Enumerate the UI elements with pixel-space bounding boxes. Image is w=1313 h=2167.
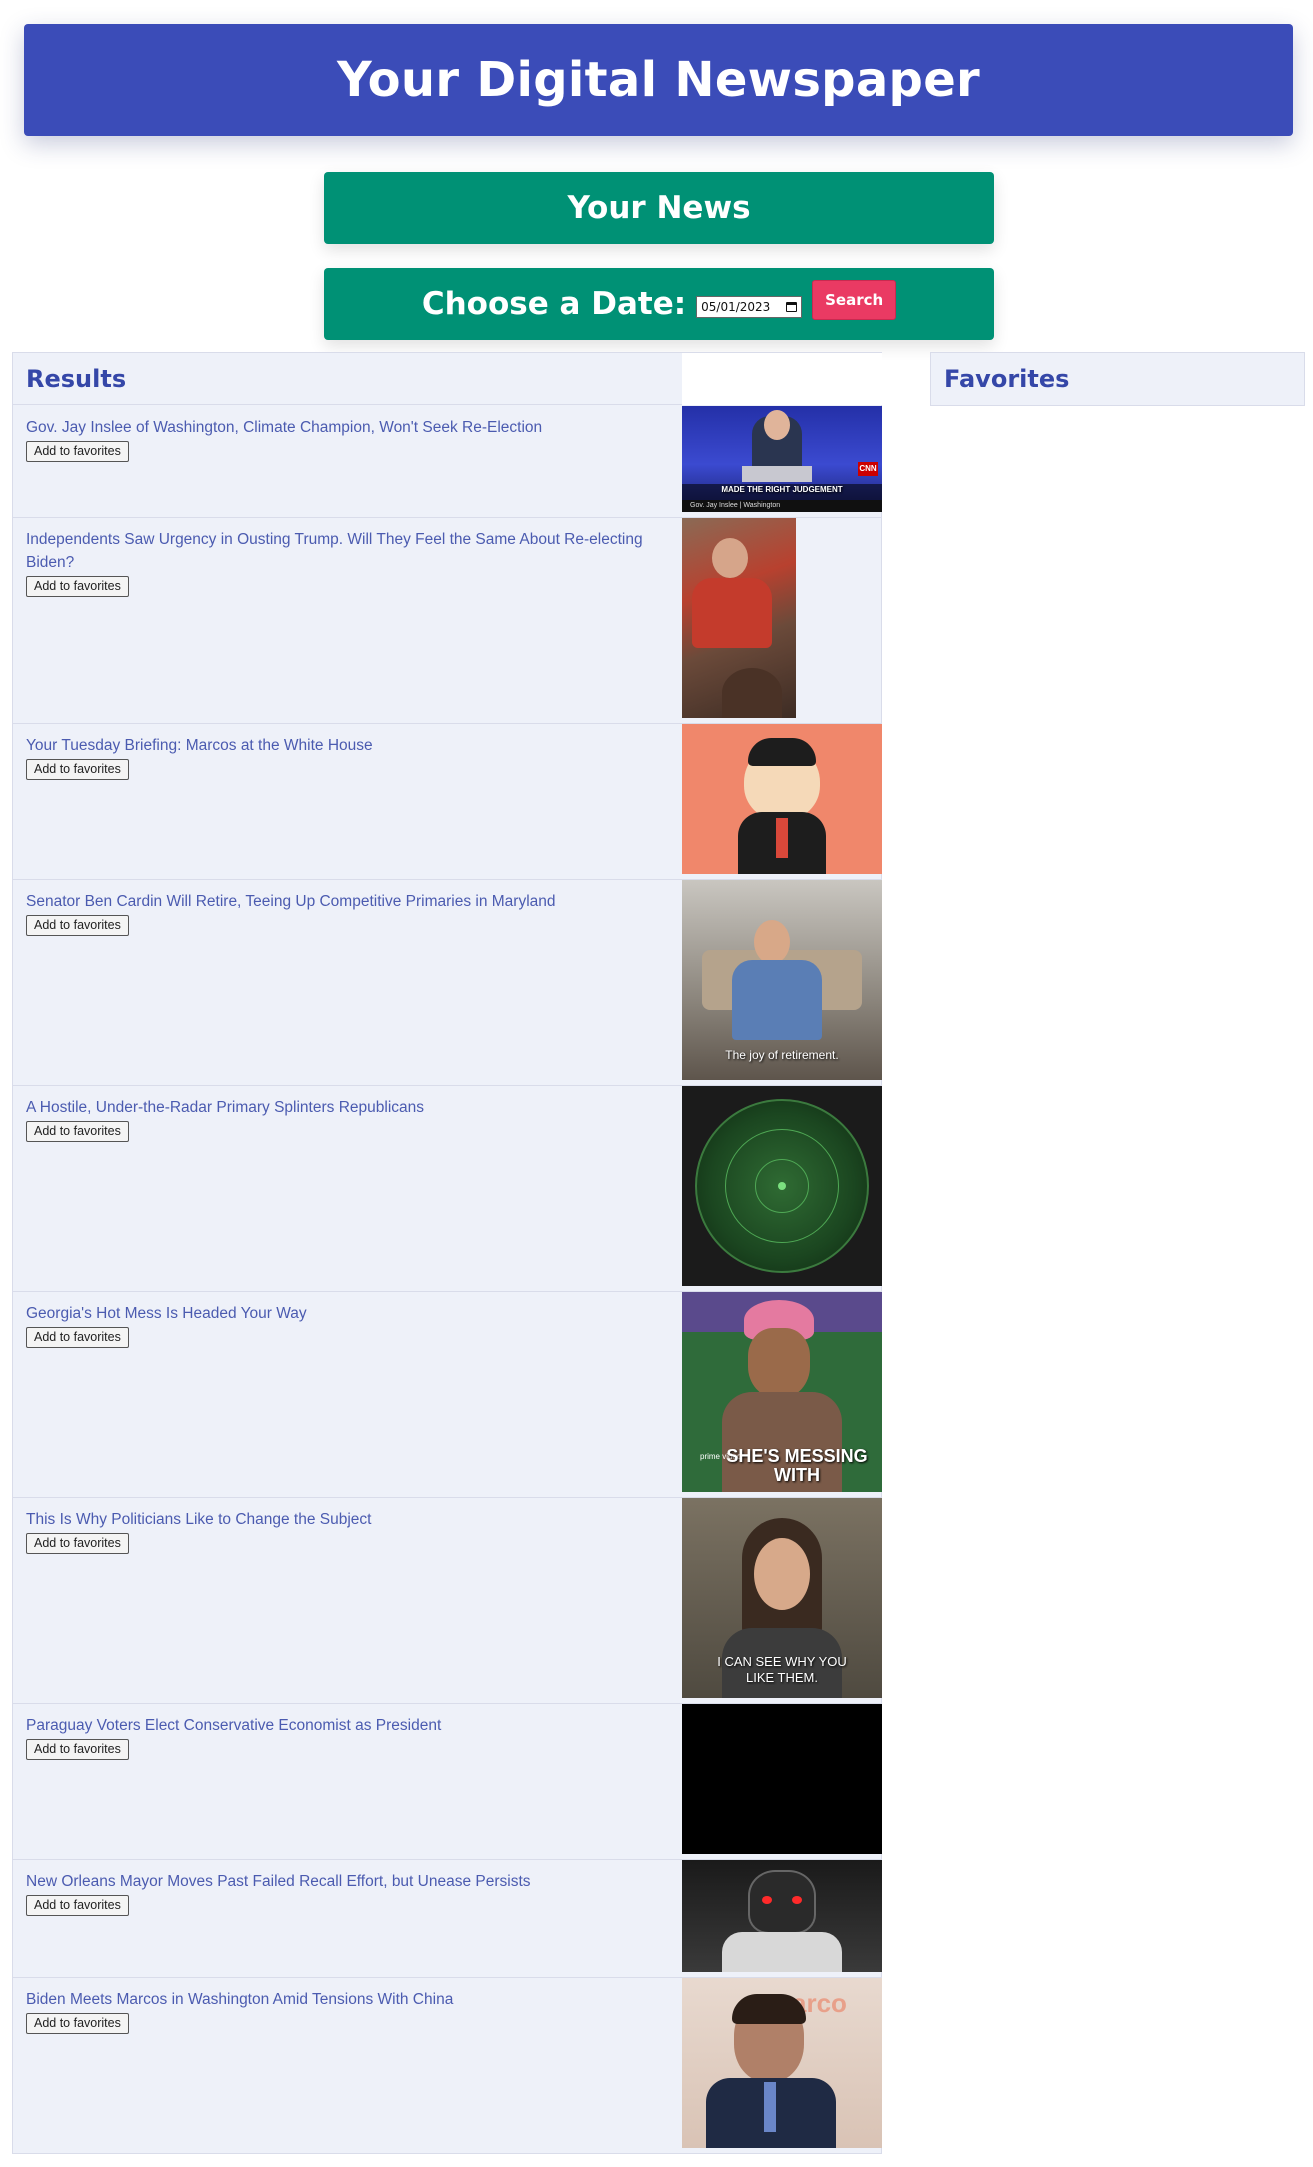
article-gif — [682, 1086, 882, 1286]
article-gif: arco — [682, 1978, 882, 2148]
add-to-favorites-button[interactable]: Add to favorites — [26, 759, 129, 780]
results-heading: Results — [26, 364, 127, 393]
article-gif — [682, 1860, 882, 1972]
add-to-favorites-button[interactable]: Add to favorites — [26, 1327, 129, 1348]
favorites-heading: Favorites — [944, 365, 1070, 393]
your-news-button[interactable]: Your News — [324, 172, 994, 244]
add-to-favorites-button[interactable]: Add to favorites — [26, 1739, 129, 1760]
add-to-favorites-button[interactable]: Add to favorites — [26, 2013, 129, 2034]
result-row: Paraguay Voters Elect Conservative Econo… — [13, 1704, 882, 1860]
results-panel: Results Gov. Jay Inslee of Washington, C… — [12, 352, 882, 2154]
article-title-link[interactable]: A Hostile, Under-the-Radar Primary Splin… — [26, 1096, 671, 1119]
article-title-link[interactable]: Your Tuesday Briefing: Marcos at the Whi… — [26, 734, 671, 757]
add-to-favorites-button[interactable]: Add to favorites — [26, 1121, 129, 1142]
article-gif: MADE THE RIGHT JUDGEMENT Gov. Jay Inslee… — [682, 406, 882, 512]
cnn-logo-icon: CNN — [858, 462, 878, 476]
article-title-link[interactable]: Senator Ben Cardin Will Retire, Teeing U… — [26, 890, 671, 913]
add-to-favorites-button[interactable]: Add to favorites — [26, 1533, 129, 1554]
article-title-link[interactable]: Paraguay Voters Elect Conservative Econo… — [26, 1714, 671, 1737]
article-gif — [682, 1704, 882, 1854]
article-title-link[interactable]: Independents Saw Urgency in Ousting Trum… — [26, 528, 671, 574]
search-button[interactable]: Search — [812, 280, 897, 320]
date-input[interactable]: 05/01/2023 — [696, 296, 803, 318]
article-gif — [682, 518, 796, 718]
gif-caption: I CAN SEE WHY YOU LIKE THEM. — [717, 1654, 847, 1685]
add-to-favorites-button[interactable]: Add to favorites — [26, 576, 129, 597]
add-to-favorites-button[interactable]: Add to favorites — [26, 915, 129, 936]
site-header: Your Digital Newspaper — [24, 24, 1293, 136]
result-row: Your Tuesday Briefing: Marcos at the Whi… — [13, 724, 882, 880]
date-label: Choose a Date: — [421, 286, 687, 322]
article-gif: I CAN SEE WHY YOU LIKE THEM. — [682, 1498, 882, 1698]
article-gif: prime video SHE'S MESSING WITH — [682, 1292, 882, 1492]
favorites-header: Favorites — [931, 353, 1304, 405]
article-gif: The joy of retirement. — [682, 880, 882, 1080]
site-title: Your Digital Newspaper — [336, 52, 981, 108]
result-row: This Is Why Politicians Like to Change t… — [13, 1498, 882, 1704]
results-header-spacer — [682, 353, 882, 405]
result-row: New Orleans Mayor Moves Past Failed Reca… — [13, 1860, 882, 1978]
result-row: Gov. Jay Inslee of Washington, Climate C… — [13, 406, 882, 518]
article-title-link[interactable]: Biden Meets Marcos in Washington Amid Te… — [26, 1988, 671, 2011]
result-row: Independents Saw Urgency in Ousting Trum… — [13, 518, 881, 724]
result-row: Senator Ben Cardin Will Retire, Teeing U… — [13, 880, 882, 1086]
article-gif — [682, 724, 882, 874]
article-title-link[interactable]: This Is Why Politicians Like to Change t… — [26, 1508, 671, 1531]
result-row: Georgia's Hot Mess Is Headed Your Way Ad… — [13, 1292, 882, 1498]
gif-caption: The joy of retirement. — [725, 1048, 839, 1062]
result-row: A Hostile, Under-the-Radar Primary Splin… — [13, 1086, 882, 1292]
favorites-panel: Favorites — [930, 352, 1305, 406]
gif-caption: MADE THE RIGHT JUDGEMENT — [721, 485, 843, 494]
article-title-link[interactable]: Georgia's Hot Mess Is Headed Your Way — [26, 1302, 671, 1325]
article-title-link[interactable]: Gov. Jay Inslee of Washington, Climate C… — [26, 416, 671, 439]
add-to-favorites-button[interactable]: Add to favorites — [26, 1895, 129, 1916]
date-bar: Choose a Date: 05/01/2023 Search — [324, 268, 994, 340]
calendar-icon[interactable] — [786, 302, 798, 312]
result-row: Biden Meets Marcos in Washington Amid Te… — [13, 1978, 882, 2154]
gif-caption: SHE'S MESSING WITH — [726, 1446, 868, 1485]
results-header: Results — [13, 353, 683, 405]
date-value: 05/01/2023 — [701, 300, 771, 314]
add-to-favorites-button[interactable]: Add to favorites — [26, 441, 129, 462]
article-title-link[interactable]: New Orleans Mayor Moves Past Failed Reca… — [26, 1870, 671, 1893]
gif-lower-third: Gov. Jay Inslee | Washington — [682, 500, 882, 512]
